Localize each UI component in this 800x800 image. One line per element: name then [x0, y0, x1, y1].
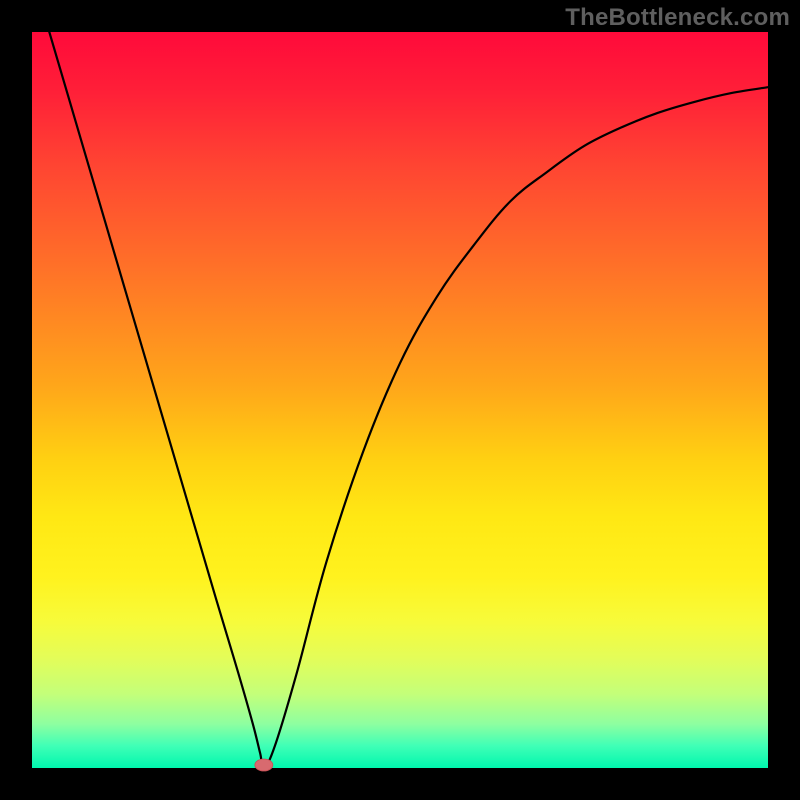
plot-svg	[32, 32, 768, 768]
watermark-text: TheBottleneck.com	[565, 4, 790, 32]
plot-area	[32, 32, 768, 768]
chart-frame: TheBottleneck.com	[0, 0, 800, 800]
bottleneck-curve	[32, 0, 768, 768]
minimum-marker	[255, 759, 273, 771]
